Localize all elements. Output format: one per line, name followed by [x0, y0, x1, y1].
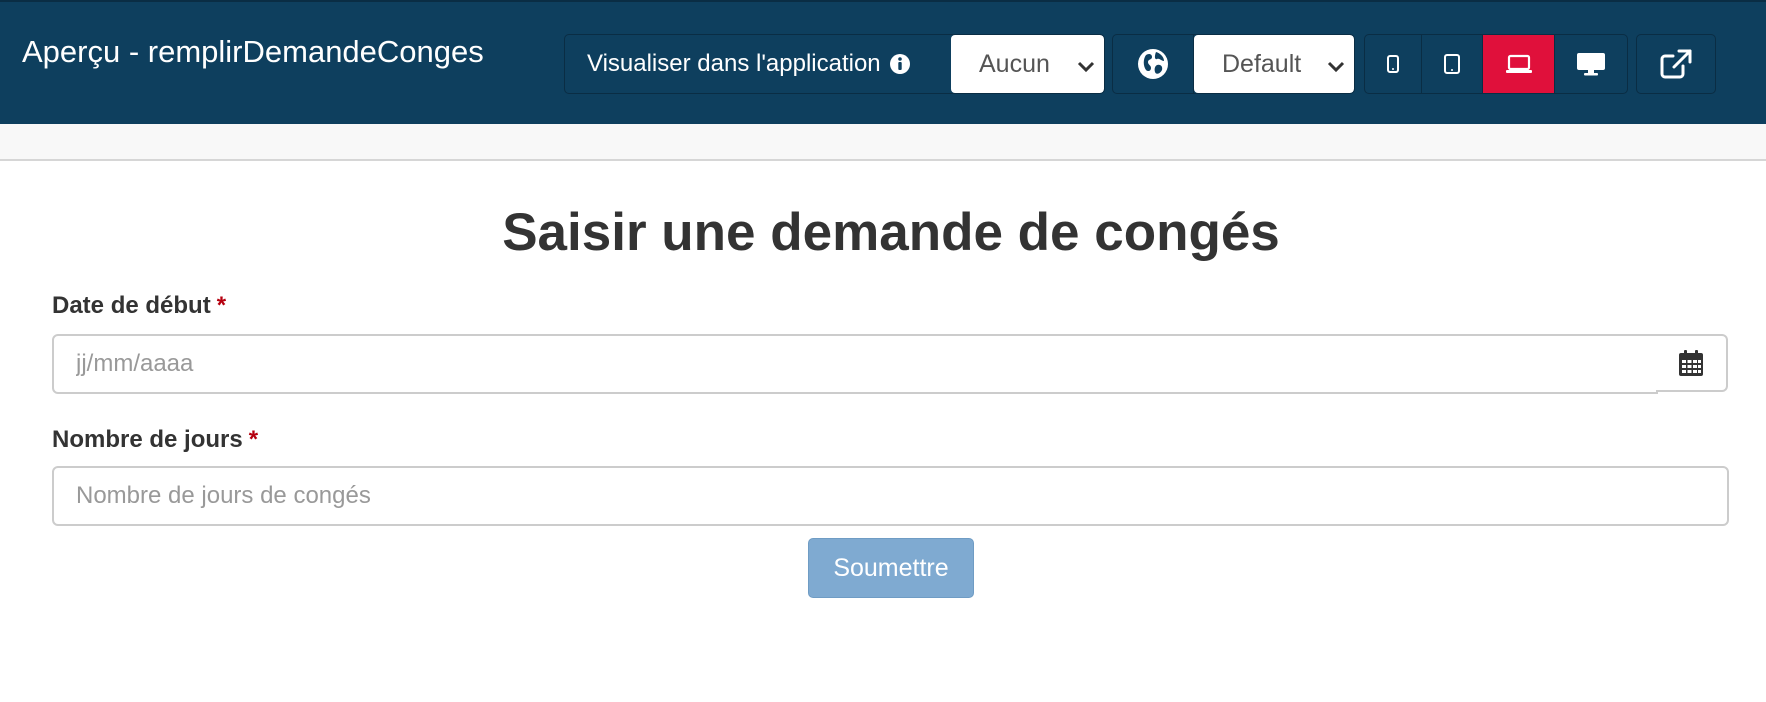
open-in-new-window-button[interactable] — [1637, 35, 1715, 93]
start-date-label-text: Date de début — [52, 292, 211, 319]
app-selector-label-wrap: Visualiser dans l'application — [565, 35, 951, 93]
submit-button[interactable]: Soumettre — [808, 538, 974, 598]
tablet-icon — [1444, 54, 1460, 74]
laptop-icon — [1505, 54, 1532, 73]
days-input[interactable] — [52, 466, 1729, 526]
globe-icon[interactable] — [1113, 35, 1194, 93]
theme-select[interactable]: Default — [1194, 35, 1354, 93]
form-title: Saisir une demande de congés — [502, 203, 1280, 262]
required-marker: * — [248, 426, 259, 453]
days-label: Nombre de jours * — [52, 426, 258, 454]
preview-title: Aperçu - remplirDemandeConges — [22, 34, 484, 69]
days-label-text: Nombre de jours — [52, 426, 243, 453]
start-date-label: Date de début * — [52, 292, 226, 320]
chevron-down-icon — [1326, 54, 1346, 83]
required-marker: * — [216, 292, 227, 319]
app-selector-group: Visualiser dans l'application Aucun — [564, 34, 1105, 94]
start-date-input[interactable] — [52, 334, 1658, 394]
theme-selector-group: Default — [1112, 34, 1355, 94]
desktop-view-button[interactable] — [1555, 35, 1627, 93]
external-link-icon — [1660, 49, 1692, 79]
laptop-view-button[interactable] — [1483, 35, 1555, 93]
theme-select-value: Default — [1222, 49, 1302, 78]
preview-toolbar: Aperçu - remplirDemandeConges Visualiser… — [0, 0, 1766, 124]
app-select-value: Aucun — [979, 49, 1050, 78]
app-select[interactable]: Aucun — [951, 35, 1104, 93]
mobile-icon — [1387, 55, 1399, 73]
app-selector-label: Visualiser dans l'application — [587, 50, 881, 77]
calendar-button[interactable] — [1656, 334, 1728, 392]
desktop-icon — [1577, 53, 1605, 76]
preview-subbar — [0, 124, 1766, 161]
open-external-group — [1636, 34, 1716, 94]
info-icon[interactable] — [889, 53, 911, 75]
tablet-view-button[interactable] — [1422, 35, 1483, 93]
device-size-group — [1364, 34, 1628, 94]
phone-view-button[interactable] — [1365, 35, 1422, 93]
calendar-icon — [1679, 350, 1703, 376]
chevron-down-icon — [1076, 54, 1096, 83]
